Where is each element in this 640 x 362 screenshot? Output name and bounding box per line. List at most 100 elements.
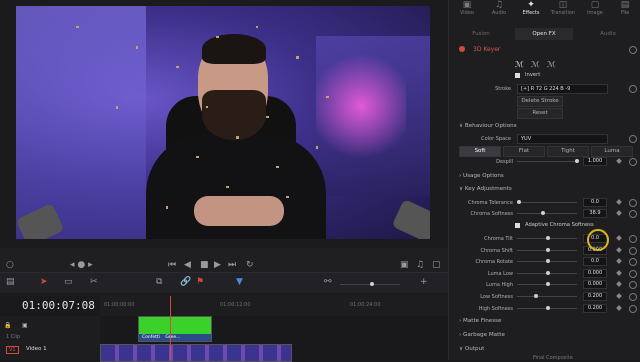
mode-flat[interactable]: Flat xyxy=(503,146,545,157)
keyframe-icon[interactable] xyxy=(616,304,622,311)
skip-end-icon[interactable]: ⏭ xyxy=(228,260,236,270)
param-value[interactable]: 0.000 xyxy=(583,268,607,278)
subtab-openfx[interactable]: Open FX xyxy=(515,28,573,40)
play-icon[interactable]: ▶ xyxy=(214,260,221,270)
play-reverse-icon[interactable]: ◀ xyxy=(184,260,191,270)
param-reset[interactable] xyxy=(629,281,637,290)
trim-tool-icon[interactable]: ▭ xyxy=(64,277,73,287)
param-reset[interactable] xyxy=(629,258,637,267)
param-value[interactable]: 0.200 xyxy=(583,292,607,301)
despill-reset[interactable] xyxy=(629,158,637,166)
color-space-reset[interactable] xyxy=(629,135,637,143)
tab-image[interactable]: ▢ Image xyxy=(579,0,611,26)
loop-icon[interactable]: ↻ xyxy=(246,260,254,270)
slider-knob[interactable] xyxy=(546,259,550,264)
clip-green-screen[interactable]: Confetti Gree... xyxy=(138,316,212,342)
timeline-ruler[interactable]: 01:00:00:00 01:00:12:00 01:00:24:00 xyxy=(100,296,448,316)
chroma-tol-slider[interactable] xyxy=(517,200,577,204)
skip-start-icon[interactable]: ⏮ xyxy=(168,260,176,270)
tab-effects[interactable]: ✦ Effects xyxy=(515,0,547,26)
keyframe-icon[interactable] xyxy=(616,281,622,288)
param-reset[interactable] xyxy=(629,235,637,243)
key-adj-section[interactable]: ∨ Key Adjustments xyxy=(459,186,512,192)
mode-luma[interactable]: Luma xyxy=(591,146,633,157)
timeline-nav[interactable]: ◂ ● ▸ xyxy=(70,260,93,270)
keyframe-icon[interactable] xyxy=(616,210,622,216)
param-slider[interactable] xyxy=(517,270,577,275)
param-reset[interactable] xyxy=(629,293,637,301)
tab-transition[interactable]: ◫ Transition xyxy=(547,0,579,26)
keyframe-icon[interactable] xyxy=(616,246,622,253)
keyframe-icon[interactable] xyxy=(616,199,622,205)
subtab-audio[interactable]: Audio xyxy=(579,28,637,40)
tab-video[interactable]: ▣ Video xyxy=(451,0,483,26)
color-space-select[interactable]: YUV xyxy=(517,134,608,144)
param-slider[interactable] xyxy=(517,259,577,264)
delete-stroke-button[interactable]: Delete Stroke xyxy=(517,96,563,107)
tracks-area[interactable]: Confetti Gree... xyxy=(100,316,448,362)
stroke-reset[interactable] xyxy=(629,85,637,93)
slider-knob[interactable] xyxy=(534,294,539,298)
param-slider[interactable] xyxy=(517,236,577,240)
reset-button[interactable]: Reset xyxy=(517,108,563,119)
keyframe-icon[interactable] xyxy=(616,235,622,241)
chroma-soft-value[interactable]: 38.9 xyxy=(583,209,607,218)
slider-knob[interactable] xyxy=(546,247,550,252)
effect-delete-icon[interactable] xyxy=(629,46,637,54)
flag-icon[interactable]: ⚑ xyxy=(196,277,204,287)
keyframe-icon[interactable] xyxy=(616,258,622,265)
eyedropper-icon[interactable]: ℳ xyxy=(515,60,524,69)
clip-video[interactable] xyxy=(100,344,292,362)
slider-knob[interactable] xyxy=(546,282,550,287)
effect-enable-icon[interactable] xyxy=(459,46,465,52)
output-section[interactable]: ∨ Output xyxy=(459,346,484,352)
keyframe-icon[interactable] xyxy=(616,293,622,299)
behaviour-section[interactable]: ∨ Behaviour Options xyxy=(459,123,517,129)
mode-soft[interactable]: Soft xyxy=(459,146,501,157)
despill-slider[interactable] xyxy=(517,159,579,163)
slider-knob[interactable] xyxy=(546,236,550,240)
selection-tool-icon[interactable]: ➤ xyxy=(40,277,48,287)
blade-tool-icon[interactable]: ✂ xyxy=(90,277,98,287)
matte-finesse-section[interactable]: › Matte Finesse xyxy=(459,318,502,324)
clock-icon[interactable]: ○ xyxy=(6,260,14,270)
eyedropper-add-icon[interactable]: ℳ xyxy=(531,60,540,69)
snap-icon[interactable]: ⧉ xyxy=(156,277,162,287)
usage-section[interactable]: › Usage Options xyxy=(459,173,504,179)
param-value[interactable]: 0.000 xyxy=(583,280,607,290)
video-frame[interactable] xyxy=(16,6,430,239)
slider-knob[interactable] xyxy=(546,305,550,310)
param-reset[interactable] xyxy=(629,304,637,313)
track-id-v1[interactable]: V1 xyxy=(6,346,19,354)
playhead[interactable] xyxy=(170,296,171,360)
zoom-icon[interactable]: ⚯ xyxy=(324,277,332,287)
link-icon[interactable]: 🔗 xyxy=(180,277,191,287)
fullscreen-icon[interactable]: ▣ xyxy=(400,260,409,270)
slider-knob[interactable] xyxy=(546,270,550,275)
param-slider[interactable] xyxy=(517,294,577,298)
track-eye-icon[interactable]: ▣ xyxy=(22,322,28,329)
stroke-select[interactable]: [+] R 72 G 224 B -9 xyxy=(517,84,608,94)
param-reset[interactable] xyxy=(629,246,637,255)
param-reset[interactable] xyxy=(629,269,637,278)
garbage-matte-section[interactable]: › Garbage Matte xyxy=(459,332,505,338)
eyedropper-sub-icon[interactable]: ℳ xyxy=(547,60,556,69)
track-lock-icon[interactable]: 🔒 xyxy=(4,322,11,329)
param-value[interactable]: 0.0 xyxy=(583,257,607,267)
chroma-soft-slider[interactable] xyxy=(517,211,577,215)
tab-file[interactable]: ▤ File xyxy=(609,0,640,26)
mode-tight[interactable]: Tight xyxy=(547,146,589,157)
invert-checkbox[interactable] xyxy=(515,73,520,78)
chroma-tol-value[interactable]: 0.0 xyxy=(583,198,607,207)
stop-icon[interactable]: ■ xyxy=(200,260,209,270)
zoom-slider[interactable] xyxy=(340,282,400,286)
keyframe-icon[interactable] xyxy=(616,269,622,276)
param-slider[interactable] xyxy=(517,247,577,252)
param-value[interactable]: 0.200 xyxy=(583,303,607,313)
tab-audio[interactable]: ♫ Audio xyxy=(483,0,515,26)
marker-icon[interactable]: ▼ xyxy=(236,277,243,287)
subtab-fusion[interactable]: Fusion xyxy=(453,28,509,40)
keyframe-icon[interactable] xyxy=(616,158,622,164)
layout-icon[interactable]: ▤ xyxy=(6,277,15,287)
param-slider[interactable] xyxy=(517,305,577,310)
